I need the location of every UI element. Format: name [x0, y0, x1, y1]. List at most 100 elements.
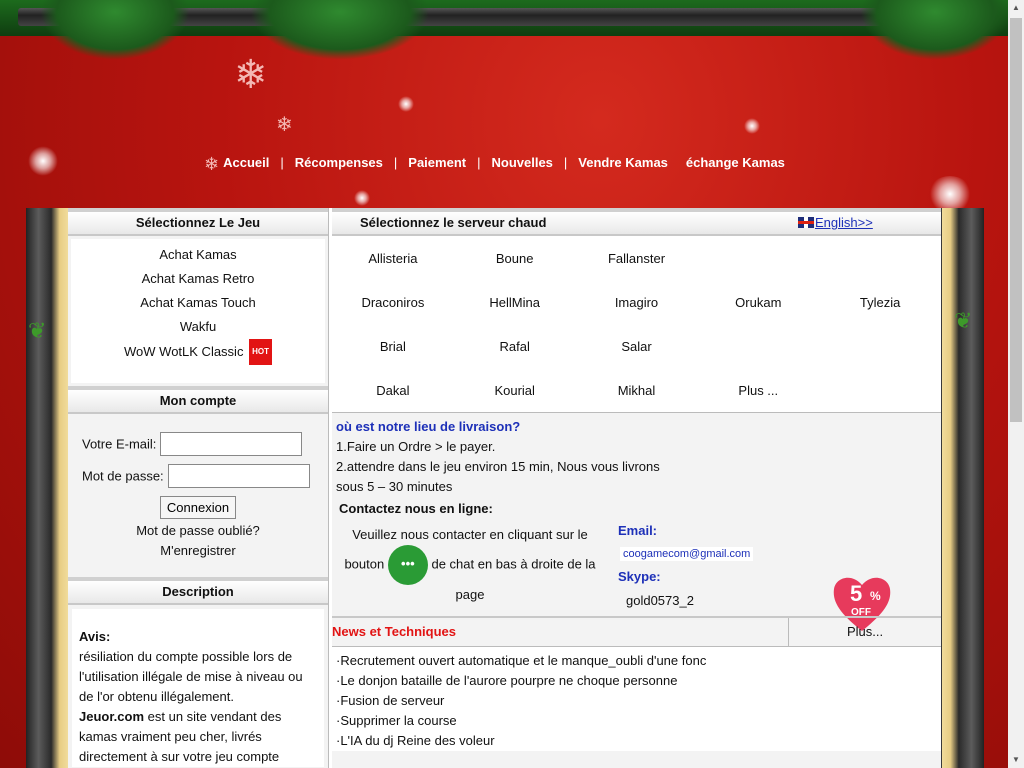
brand-name: Jeuor.com	[79, 709, 145, 724]
description-text: Avis: résiliation du compte possible lor…	[68, 605, 328, 768]
language-switch-link[interactable]: English>>	[798, 212, 873, 234]
server-cell-empty	[819, 368, 941, 412]
frame-left-border	[26, 208, 68, 768]
news-item[interactable]: ·Recrutement ouvert automatique et le ma…	[332, 651, 941, 671]
page-scrollbar[interactable]: ▲ ▼	[1008, 0, 1024, 768]
game-link-achat-kamas[interactable]: Achat Kamas	[71, 243, 325, 267]
news-title: News et Techniques	[332, 624, 457, 639]
nav-paiement[interactable]: Paiement	[408, 155, 466, 170]
nav-separator: |	[280, 155, 284, 170]
uk-flag-icon	[798, 217, 814, 228]
delivery-step-2: 2.attendre dans le jeu environ 15 min, N…	[336, 459, 660, 494]
nav-accueil[interactable]: Accueil	[223, 155, 269, 170]
game-link-wakfu[interactable]: Wakfu	[71, 315, 325, 339]
news-more-link[interactable]: Plus...	[788, 618, 941, 646]
game-link-kamas-touch[interactable]: Achat Kamas Touch	[71, 291, 325, 315]
delivery-info: où est notre lieu de livraison? 1.Faire …	[332, 412, 941, 501]
chat-bubble-icon[interactable]: •••	[387, 545, 428, 585]
holly-leaf-icon: ❦	[954, 308, 973, 333]
nav-echange-kamas[interactable]: échange Kamas	[686, 155, 785, 170]
language-switch-label: English>>	[815, 215, 873, 230]
server-link[interactable]: HellMina	[454, 280, 576, 324]
description-section-title: Description	[68, 577, 328, 605]
scroll-down-icon[interactable]: ▼	[1008, 752, 1024, 768]
contact-section: Contactez nous en ligne: Veuillez nous c…	[332, 501, 941, 631]
pine-branch-decoration	[250, 0, 430, 60]
nav-separator: |	[563, 155, 568, 170]
contact-title: Contactez nous en ligne:	[339, 501, 493, 516]
nav-nouvelles[interactable]: Nouvelles	[491, 155, 552, 170]
snow-glow-decoration	[928, 176, 972, 212]
notice-text: résiliation du compte possible lors de l…	[79, 649, 303, 704]
scrollbar-thumb[interactable]	[1010, 18, 1022, 422]
server-link[interactable]: Kourial	[454, 368, 576, 412]
nav-separator: |	[477, 155, 481, 170]
server-section-title: Sélectionnez le serveur chaud	[360, 215, 547, 230]
delivery-question: où est notre lieu de livraison?	[336, 419, 521, 434]
login-button[interactable]: Connexion	[159, 496, 237, 519]
news-list: ·Recrutement ouvert automatique et le ma…	[332, 647, 941, 751]
nav-recompenses[interactable]: Récompenses	[295, 155, 383, 170]
delivery-step-1: 1.Faire un Ordre > le payer.	[336, 439, 496, 454]
server-link[interactable]: Dakal	[332, 368, 454, 412]
server-link[interactable]: Tylezia	[819, 280, 941, 324]
register-link[interactable]: M'enregistrer	[82, 541, 314, 561]
email-contact-value: coogamecom@gmail.com	[620, 547, 754, 561]
server-link[interactable]: Brial	[332, 324, 454, 368]
server-section-header: Sélectionnez le serveur chaud English>>	[332, 208, 941, 236]
pine-branch-decoration	[860, 0, 1008, 60]
snowflake-icon: ❄	[276, 112, 293, 136]
server-cell-empty	[697, 324, 819, 368]
snow-glow-decoration	[744, 118, 760, 134]
main-navigation: Accueil | Récompenses | Paiement | Nouvelles | V…	[0, 155, 1008, 170]
right-column: Sélectionnez le serveur chaud English>> …	[332, 208, 941, 768]
forgot-password-link[interactable]: Mot de passe oublié?	[82, 521, 314, 541]
nav-separator: |	[393, 155, 398, 170]
games-section-title: Sélectionnez Le Jeu	[68, 208, 328, 236]
main-content: Sélectionnez Le Jeu Achat Kamas Achat Ka…	[68, 208, 941, 768]
contact-instructions: Veuillez nous contacter en cliquant sur …	[342, 525, 598, 605]
game-link-wow-label: WoW WotLK Classic	[124, 344, 244, 359]
server-link[interactable]: Draconiros	[332, 280, 454, 324]
server-link[interactable]: Imagiro	[576, 280, 698, 324]
nav-vendre-kamas[interactable]: Vendre Kamas	[578, 155, 668, 170]
server-link[interactable]: Orukam	[697, 280, 819, 324]
page-background: ❄ ❄ ❄ Accueil | Récompenses | Paiement | Nouve…	[0, 0, 1008, 768]
login-form: Votre E-mail: Mot de passe: Connexion Mo…	[68, 414, 328, 571]
skype-contact-value: gold0573_2	[626, 593, 694, 608]
server-link[interactable]: Allisteria	[332, 236, 454, 280]
server-cell-empty	[697, 236, 819, 280]
games-menu: Achat Kamas Achat Kamas Retro Achat Kama…	[68, 236, 328, 386]
scroll-up-icon[interactable]: ▲	[1008, 0, 1024, 16]
holly-leaf-icon: ❦	[28, 318, 47, 343]
discount-number: 5	[850, 581, 863, 606]
news-header: News et Techniques Plus...	[332, 616, 941, 647]
news-item[interactable]: ·Supprimer la course	[332, 711, 941, 731]
server-link[interactable]: Rafal	[454, 324, 576, 368]
email-field[interactable]	[160, 432, 303, 456]
left-sidebar: Sélectionnez Le Jeu Achat Kamas Achat Ka…	[68, 208, 329, 768]
server-cell-empty	[819, 324, 941, 368]
email-label: Votre E-mail:	[82, 436, 157, 452]
server-link[interactable]: Salar	[576, 324, 698, 368]
more-servers-link[interactable]: Plus ...	[697, 368, 819, 412]
game-link-kamas-retro[interactable]: Achat Kamas Retro	[71, 267, 325, 291]
snowflake-icon: ❄	[234, 52, 268, 98]
skype-contact-label: Skype:	[618, 569, 661, 584]
contact-text-2: de chat en bas à droite de la page	[431, 556, 596, 602]
server-link[interactable]: Fallanster	[576, 236, 698, 280]
server-table: Allisteria Boune Fallanster Draconiros H…	[332, 236, 941, 412]
discount-percent: %	[870, 589, 881, 603]
server-link[interactable]: Mikhal	[576, 368, 698, 412]
notice-label: Avis:	[79, 629, 111, 644]
news-item[interactable]: ·Le donjon bataille de l'aurore pourpre …	[332, 671, 941, 691]
news-item[interactable]: ·L'IA du dj Reine des voleur	[332, 731, 941, 751]
server-link[interactable]: Boune	[454, 236, 576, 280]
snow-glow-decoration	[398, 96, 414, 112]
password-label: Mot de passe:	[82, 468, 164, 484]
game-link-wow-classic[interactable]: WoW WotLK Classic HOT	[71, 339, 325, 365]
snow-glow-decoration	[354, 190, 370, 206]
pine-branch-decoration	[40, 0, 190, 60]
news-item[interactable]: ·Fusion de serveur	[332, 691, 941, 711]
password-field[interactable]	[167, 464, 310, 488]
